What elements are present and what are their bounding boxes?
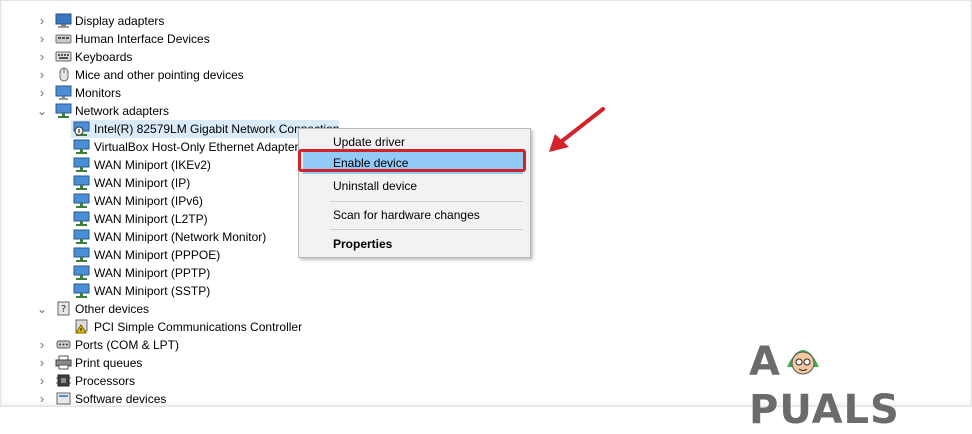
tree-item-monitors[interactable]: › Monitors [1, 84, 301, 102]
processor-icon [56, 374, 71, 387]
printer-icon [55, 355, 72, 370]
annotation-arrow-icon [549, 107, 605, 152]
network-adapter-icon [73, 157, 90, 172]
tree-item-label: Software devices [75, 392, 167, 406]
device-label: WAN Miniport (PPTP) [94, 266, 211, 280]
chevron-right-icon[interactable]: › [36, 84, 48, 102]
menu-item-scan-hardware[interactable]: Scan for hardware changes [299, 204, 530, 226]
chevron-right-icon[interactable]: › [36, 336, 48, 354]
device-item-wan-l2tp[interactable]: WAN Miniport (L2TP) [1, 210, 301, 228]
disabled-network-adapter-icon [73, 121, 90, 136]
menu-item-uninstall-device[interactable]: Uninstall device [299, 175, 530, 197]
network-adapter-icon [73, 283, 90, 298]
monitor-icon [55, 85, 72, 100]
device-label: WAN Miniport (IKEv2) [94, 158, 211, 172]
device-label: WAN Miniport (Network Monitor) [94, 230, 267, 244]
chevron-right-icon[interactable]: › [36, 48, 48, 66]
chevron-right-icon[interactable]: › [36, 30, 48, 48]
tree-item-label: Other devices [75, 302, 150, 316]
menu-item-label: Scan for hardware changes [333, 208, 480, 222]
device-item-pci-controller[interactable]: PCI Simple Communications Controller [1, 318, 321, 336]
device-item-intel-82579lm[interactable]: Intel(R) 82579LM Gigabit Network Connect… [1, 120, 341, 138]
tree-item-ports[interactable]: › Ports (COM & LPT) [1, 336, 301, 354]
network-adapter-icon [73, 211, 90, 226]
tree-item-print-queues[interactable]: › Print queues [1, 354, 301, 372]
mouse-icon [59, 67, 69, 82]
unknown-device-icon: ? [57, 301, 70, 316]
menu-item-properties[interactable]: Properties [299, 233, 530, 255]
chevron-right-icon[interactable]: › [36, 390, 48, 408]
chevron-right-icon[interactable]: › [36, 354, 48, 372]
device-label: WAN Miniport (IPv6) [94, 194, 203, 208]
network-adapter-icon [73, 139, 90, 154]
tree-item-label: Keyboards [75, 50, 133, 64]
device-item-wan-pppoe[interactable]: WAN Miniport (PPPOE) [1, 246, 301, 264]
device-label: WAN Miniport (L2TP) [94, 212, 208, 226]
chevron-right-icon[interactable]: › [36, 372, 48, 390]
tree-item-label: Network adapters [75, 104, 170, 118]
tree-item-other-devices[interactable]: ⌄ ? Other devices [1, 300, 301, 318]
menu-separator [330, 201, 523, 202]
tree-item-mice[interactable]: › Mice and other pointing devices [1, 66, 301, 84]
network-adapter-icon [73, 247, 90, 262]
tree-item-label: Display adapters [75, 14, 165, 28]
network-adapter-icon [73, 193, 90, 208]
mascot-icon [786, 350, 819, 375]
menu-separator [330, 229, 523, 230]
network-adapter-icon [73, 265, 90, 280]
display-adapter-icon [55, 13, 72, 28]
tree-item-label: Ports (COM & LPT) [75, 338, 180, 352]
tree-item-label: Monitors [75, 86, 122, 100]
software-device-icon [56, 392, 71, 405]
device-item-wan-ip[interactable]: WAN Miniport (IP) [1, 174, 301, 192]
device-label: PCI Simple Communications Controller [94, 320, 303, 334]
chevron-right-icon[interactable]: › [36, 12, 48, 30]
tree-item-processors[interactable]: › Processors [1, 372, 301, 390]
tree-item-network-adapters[interactable]: ⌄ Network adapters [1, 102, 301, 120]
chevron-right-icon[interactable]: › [36, 66, 48, 84]
tree-item-label: Human Interface Devices [75, 32, 210, 46]
port-icon [56, 340, 71, 349]
device-manager-window: › Display adapters › Human Interface Dev… [0, 0, 972, 433]
device-label: WAN Miniport (SSTP) [94, 284, 211, 298]
network-adapter-icon [73, 175, 90, 190]
tree-item-human-interface-devices[interactable]: › Human Interface Devices [1, 30, 301, 48]
device-item-wan-ipv6[interactable]: WAN Miniport (IPv6) [1, 192, 301, 210]
tree-item-label: Processors [75, 374, 136, 388]
chevron-down-icon[interactable]: ⌄ [36, 102, 48, 120]
tree-item-keyboards[interactable]: › Keyboards [1, 48, 301, 66]
device-label: WAN Miniport (PPPOE) [94, 248, 221, 262]
svg-text:?: ? [61, 304, 66, 315]
appuals-logo: APUALS [749, 339, 900, 433]
warning-device-icon [75, 319, 88, 334]
chevron-down-icon[interactable]: ⌄ [36, 300, 48, 318]
tree-item-software-devices[interactable]: › Software devices [1, 390, 301, 408]
tree-item-label: Mice and other pointing devices [75, 68, 244, 82]
tree-item-display-adapters[interactable]: › Display adapters [1, 12, 301, 30]
device-item-wan-pptp[interactable]: WAN Miniport (PPTP) [1, 264, 301, 282]
annotation-highlight-box [298, 149, 526, 172]
device-item-wan-sstp[interactable]: WAN Miniport (SSTP) [1, 282, 301, 300]
tree-item-label: Print queues [75, 356, 143, 370]
keyboard-icon [55, 51, 72, 62]
device-item-wan-network-monitor[interactable]: WAN Miniport (Network Monitor) [1, 228, 301, 246]
device-label: WAN Miniport (IP) [94, 176, 191, 190]
device-label: VirtualBox Host-Only Ethernet Adapter [94, 140, 299, 154]
network-adapter-icon [55, 103, 72, 118]
context-menu: Update driver Enable device Uninstall de… [298, 128, 531, 258]
menu-item-label: Uninstall device [333, 179, 418, 193]
network-adapter-icon [73, 229, 90, 244]
menu-item-label: Properties [333, 237, 393, 251]
device-item-virtualbox-adapter[interactable]: VirtualBox Host-Only Ethernet Adapter [1, 138, 301, 156]
hid-icon [55, 34, 72, 44]
device-item-wan-ikev2[interactable]: WAN Miniport (IKEv2) [1, 156, 301, 174]
